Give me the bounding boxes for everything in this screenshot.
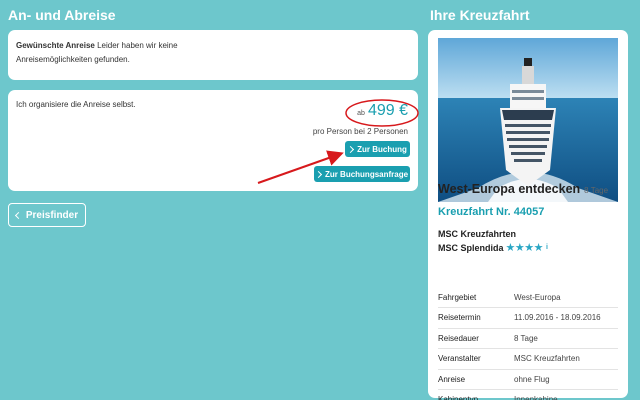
arrival-notice-label: Gewünschte Anreise	[16, 41, 95, 50]
self-arrival-text: Ich organisiere die Anreise selbst.	[16, 100, 136, 109]
cruise-section-title: Ihre Kreuzfahrt	[430, 7, 530, 23]
info-icon[interactable]: i	[546, 244, 548, 251]
detail-value: 11.09.2016 - 18.09.2016	[514, 307, 618, 329]
detail-label: Anreise	[438, 369, 514, 390]
cruise-name: West-Europa entdecken 8 Tage	[438, 182, 608, 196]
detail-value: 8 Tage	[514, 328, 618, 349]
detail-value: West-Europa	[514, 287, 618, 308]
cruise-card: West-Europa entdecken 8 Tage Kreuzfahrt …	[428, 30, 628, 400]
star-rating: ★★★★	[505, 242, 544, 254]
arrival-section-title: An- und Abreise	[8, 7, 116, 23]
cruise-details-table: Fahrgebiet West-Europa Reisetermin 11.09…	[438, 287, 618, 400]
cruise-number: Kreuzfahrt Nr. 44057	[438, 206, 545, 218]
arrival-notice-message-2: Anreisemöglichkeiten gefunden.	[16, 55, 130, 64]
arrival-notice-text: Gewünschte Anreise Leider haben wir kein…	[16, 39, 178, 67]
table-row: Reisedauer 8 Tage	[438, 328, 618, 349]
price-note: pro Person bei 2 Personen	[312, 127, 408, 136]
detail-label: Reisedauer	[438, 328, 514, 349]
cruise-ship-line: MSC Splendida ★★★★ i	[438, 241, 548, 254]
table-row: Kabinentyp Innenkabine	[438, 389, 618, 400]
booking-button[interactable]: Zur Buchung	[345, 141, 410, 157]
cruise-title: West-Europa entdecken	[438, 182, 581, 196]
self-arrival-card: Ich organisiere die Anreise selbst. ab 4…	[8, 90, 419, 191]
detail-value: Innenkabine	[514, 389, 618, 400]
red-arrow-annotation	[257, 150, 344, 184]
cruise-duration: 8 Tage	[584, 186, 609, 195]
cruise-ship-image	[438, 38, 618, 202]
table-row: Fahrgebiet West-Europa	[438, 287, 618, 308]
arrival-notice-message: Leider haben wir keine	[97, 41, 178, 50]
table-row: Reisetermin 11.09.2016 - 18.09.2016	[438, 307, 618, 329]
detail-label: Fahrgebiet	[438, 287, 514, 308]
detail-label: Reisetermin	[438, 307, 514, 329]
table-row: Anreise ohne Flug	[438, 369, 618, 390]
pricefinder-button-label: Preisfinder	[25, 209, 79, 221]
table-row: Veranstalter MSC Kreuzfahrten	[438, 348, 618, 370]
detail-value: ohne Flug	[514, 369, 618, 390]
red-ellipse-annotation	[345, 99, 419, 127]
detail-label: Veranstalter	[438, 348, 514, 370]
detail-value: MSC Kreuzfahrten	[514, 348, 618, 370]
chevron-left-icon	[14, 211, 22, 219]
detail-label: Kabinentyp	[438, 389, 514, 400]
cruise-operator: MSC Kreuzfahrten	[438, 229, 517, 239]
booking-button-label: Zur Buchung	[357, 144, 407, 154]
pricefinder-button[interactable]: Preisfinder	[8, 203, 86, 227]
arrival-notice-card: Gewünschte Anreise Leider haben wir kein…	[8, 30, 418, 80]
ship-name: MSC Splendida	[438, 242, 504, 253]
